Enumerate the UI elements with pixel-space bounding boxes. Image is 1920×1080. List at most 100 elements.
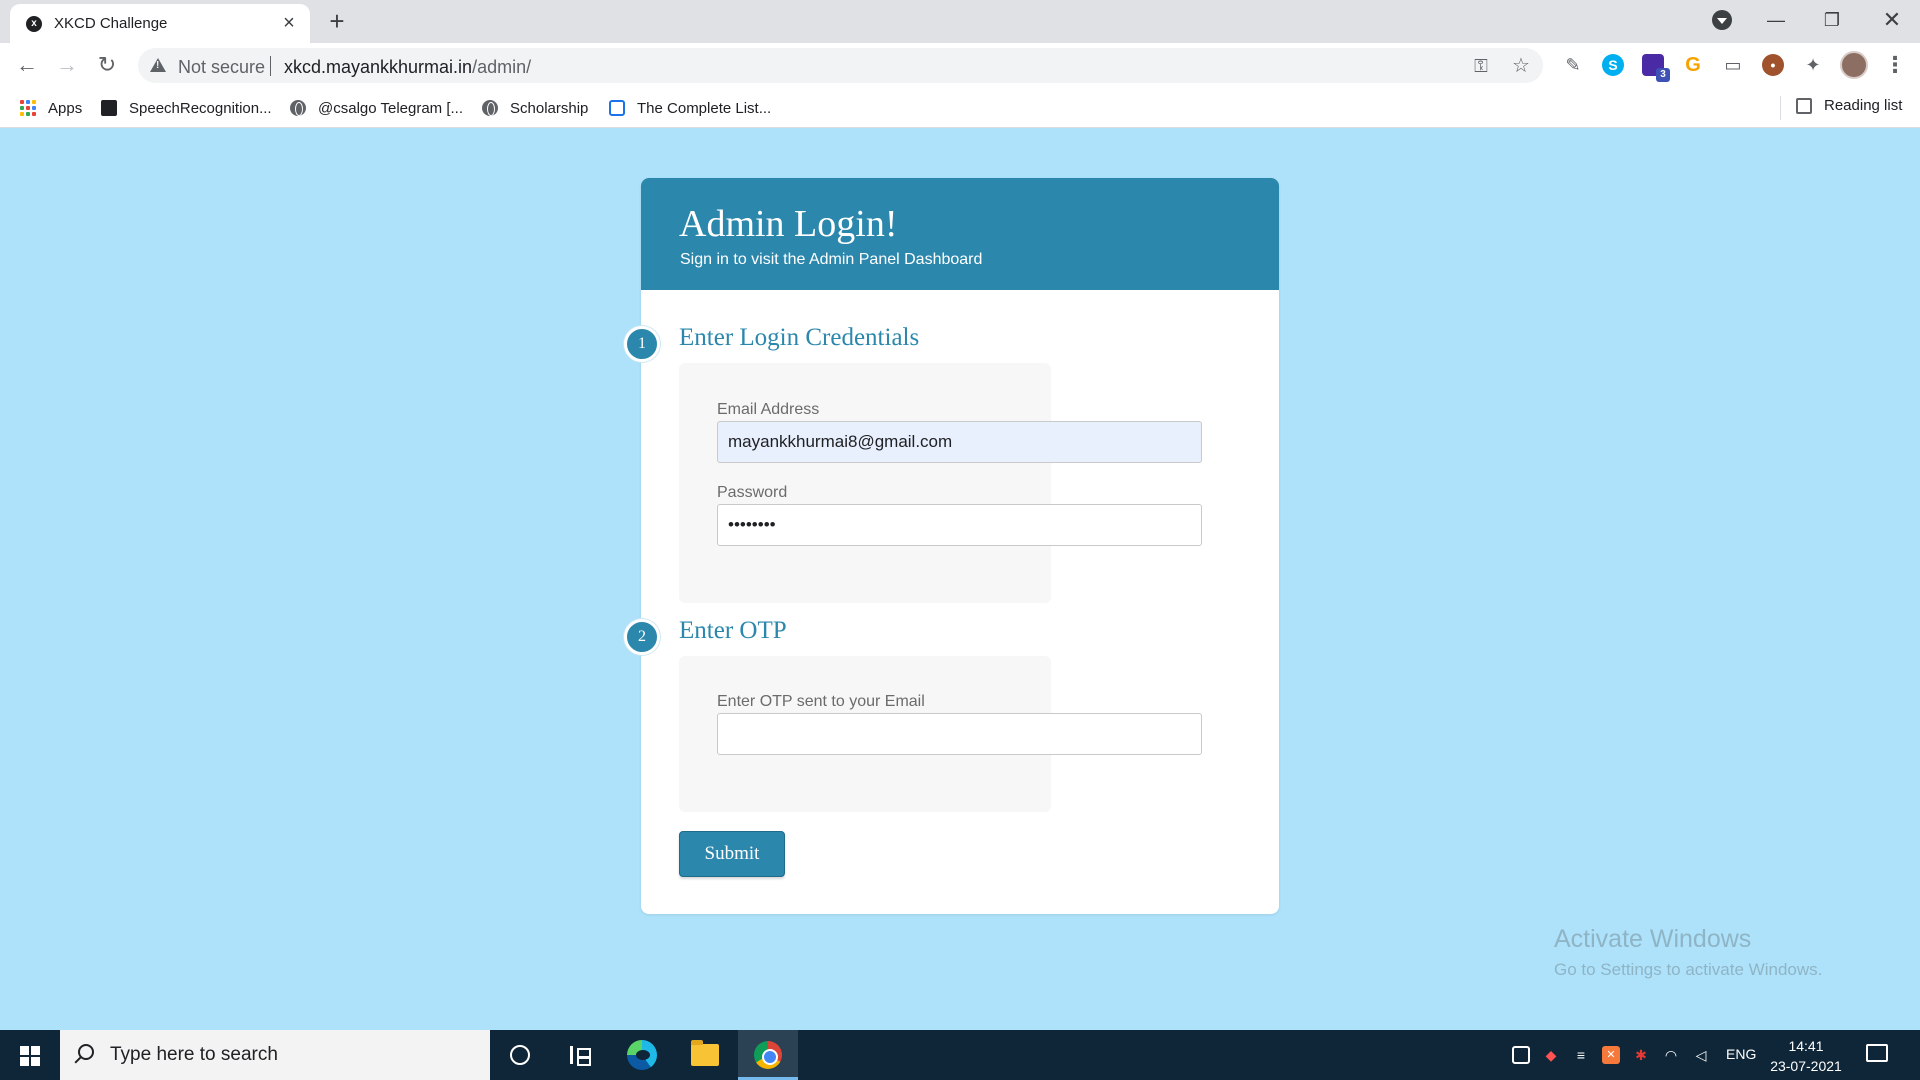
tray-app-icon[interactable] bbox=[1512, 1046, 1530, 1064]
credentials-section-title: Enter Login Credentials bbox=[679, 324, 920, 351]
otp-field[interactable] bbox=[717, 713, 1202, 755]
speech-favicon bbox=[101, 100, 117, 116]
credentials-panel: Email Address Password bbox=[679, 363, 1202, 603]
tab-search-icon[interactable] bbox=[1712, 10, 1732, 30]
bookmark-scholarship[interactable]: Scholarship bbox=[482, 97, 588, 119]
task-view-button[interactable] bbox=[550, 1030, 610, 1080]
folder-icon bbox=[691, 1040, 719, 1066]
profile-avatar[interactable] bbox=[1840, 51, 1868, 79]
browser-toolbar: ← → ↻ Not secure xkcd.mayankkhurmai.in/a… bbox=[0, 43, 1920, 88]
step-2-badge: 2 bbox=[624, 619, 660, 655]
email-field[interactable] bbox=[717, 421, 1202, 463]
browser-tab[interactable]: x XKCD Challenge × bbox=[10, 4, 310, 43]
password-field[interactable] bbox=[717, 504, 1202, 546]
url-path: /admin/ bbox=[472, 57, 532, 77]
shield-icon[interactable]: ◆ bbox=[1542, 1046, 1560, 1064]
bookmarks-divider bbox=[1780, 96, 1781, 120]
taskbar: Type here to search ◆ ≡ ✕ ✱ ◠ ◁ ENG 14:4… bbox=[0, 1030, 1920, 1080]
chrome-menu-icon[interactable]: ⋮ bbox=[1884, 51, 1906, 79]
browser-tab-strip: x XKCD Challenge × + — ❐ ✕ bbox=[0, 0, 1920, 43]
clock-date: 23-07-2021 bbox=[1770, 1058, 1842, 1074]
chrome-taskbar-button[interactable] bbox=[738, 1030, 798, 1080]
otp-section-title: Enter OTP bbox=[679, 617, 787, 644]
warning-icon[interactable] bbox=[150, 58, 166, 72]
password-key-icon[interactable]: ⚿ bbox=[1470, 55, 1492, 77]
otp-panel: Enter OTP sent to your Email bbox=[679, 656, 1202, 812]
login-header: Admin Login! Sign in to visit the Admin … bbox=[641, 178, 1279, 290]
bookmark-csalgo-telegram[interactable]: @csalgo Telegram [... bbox=[290, 97, 463, 119]
page-subtitle: Sign in to visit the Admin Panel Dashboa… bbox=[680, 251, 983, 268]
file-explorer-taskbar-button[interactable] bbox=[675, 1030, 735, 1080]
login-card: Admin Login! Sign in to visit the Admin … bbox=[624, 178, 1279, 914]
not-secure-label[interactable]: Not secure bbox=[178, 57, 265, 78]
restore-button[interactable]: ❐ bbox=[1804, 0, 1860, 40]
cast-icon[interactable]: ▭ bbox=[1722, 54, 1744, 76]
tray-list-icon[interactable]: ≡ bbox=[1572, 1046, 1590, 1064]
bookmark-label: The Complete List... bbox=[637, 99, 772, 117]
bookmark-complete-list[interactable]: The Complete List... bbox=[609, 97, 771, 119]
xampp-icon[interactable]: ✕ bbox=[1602, 1046, 1620, 1064]
edge-icon bbox=[627, 1040, 657, 1070]
watermark-title: Activate Windows bbox=[1554, 925, 1752, 953]
grammar-extension-icon[interactable]: G bbox=[1682, 54, 1704, 76]
graduation-cap-extension-icon[interactable]: 3 bbox=[1642, 54, 1670, 82]
otp-label: Enter OTP sent to your Email bbox=[717, 693, 925, 710]
cortana-icon bbox=[510, 1045, 530, 1065]
extensions-puzzle-icon[interactable]: ✦ bbox=[1802, 54, 1824, 76]
reload-button[interactable]: ↻ bbox=[92, 50, 122, 80]
search-placeholder: Type here to search bbox=[110, 1044, 278, 1065]
bookmark-label: Scholarship bbox=[510, 99, 589, 117]
minimize-button[interactable]: — bbox=[1748, 0, 1804, 40]
volume-icon[interactable]: ◁ bbox=[1692, 1046, 1710, 1064]
bookmark-star-icon[interactable]: ☆ bbox=[1510, 55, 1532, 77]
notification-center-icon[interactable] bbox=[1866, 1044, 1888, 1062]
cortana-button[interactable] bbox=[490, 1030, 550, 1080]
address-bar[interactable]: Not secure xkcd.mayankkhurmai.in/admin/ … bbox=[138, 48, 1543, 83]
close-tab-icon[interactable]: × bbox=[278, 12, 300, 34]
chrome-icon bbox=[754, 1041, 782, 1069]
close-window-button[interactable]: ✕ bbox=[1864, 0, 1920, 40]
bookmark-speechrecognition[interactable]: SpeechRecognition... bbox=[101, 97, 272, 119]
language-indicator[interactable]: ENG bbox=[1726, 1046, 1756, 1062]
lock-favicon bbox=[609, 100, 625, 116]
clock[interactable]: 14:41 23-07-2021 bbox=[1760, 1036, 1852, 1076]
globe-icon bbox=[290, 100, 306, 116]
start-button[interactable] bbox=[0, 1030, 60, 1080]
extension-badge: 3 bbox=[1656, 68, 1670, 82]
globe-icon bbox=[482, 100, 498, 116]
watermark-subtitle: Go to Settings to activate Windows. bbox=[1554, 960, 1823, 979]
bookmark-apps[interactable]: Apps bbox=[20, 97, 82, 119]
apps-grid-icon bbox=[20, 100, 36, 116]
clock-time: 14:41 bbox=[1788, 1038, 1824, 1054]
xkcd-favicon: x bbox=[26, 16, 42, 32]
bookmark-label: Apps bbox=[48, 99, 83, 117]
activate-windows-watermark: Activate Windows Go to Settings to activ… bbox=[1554, 925, 1822, 980]
password-label: Password bbox=[717, 484, 788, 501]
skype-extension-icon[interactable]: S bbox=[1602, 54, 1624, 76]
back-button[interactable]: ← bbox=[12, 50, 42, 80]
bookmarks-bar: Apps SpeechRecognition... @csalgo Telegr… bbox=[0, 88, 1920, 128]
step-1-badge: 1 bbox=[624, 326, 660, 362]
tray-red-icon[interactable]: ✱ bbox=[1632, 1046, 1650, 1064]
bookmark-label: SpeechRecognition... bbox=[129, 99, 272, 117]
edge-taskbar-button[interactable] bbox=[612, 1030, 672, 1080]
page-title: Admin Login! bbox=[679, 203, 898, 245]
reading-list-button[interactable]: Reading list bbox=[1796, 97, 1902, 114]
url-divider bbox=[270, 56, 271, 76]
cookie-extension-icon[interactable]: • bbox=[1762, 54, 1784, 76]
new-tab-button[interactable]: + bbox=[322, 6, 352, 36]
search-icon bbox=[78, 1044, 94, 1060]
submit-button[interactable]: Submit bbox=[679, 831, 785, 877]
forward-button[interactable]: → bbox=[52, 50, 82, 80]
windows-logo-icon bbox=[20, 1046, 40, 1066]
url-host: xkcd.mayankkhurmai.in bbox=[284, 57, 473, 77]
wifi-icon[interactable]: ◠ bbox=[1662, 1046, 1680, 1064]
taskbar-search-box[interactable]: Type here to search bbox=[60, 1030, 490, 1080]
reading-list-icon bbox=[1796, 97, 1812, 114]
eyedropper-extension-icon[interactable]: ✎ bbox=[1562, 54, 1584, 76]
email-label: Email Address bbox=[717, 401, 820, 418]
tab-title: XKCD Challenge bbox=[54, 15, 168, 32]
url-text[interactable]: xkcd.mayankkhurmai.in/admin/ bbox=[284, 57, 531, 78]
reading-list-label: Reading list bbox=[1824, 97, 1903, 114]
task-view-icon bbox=[570, 1046, 591, 1066]
